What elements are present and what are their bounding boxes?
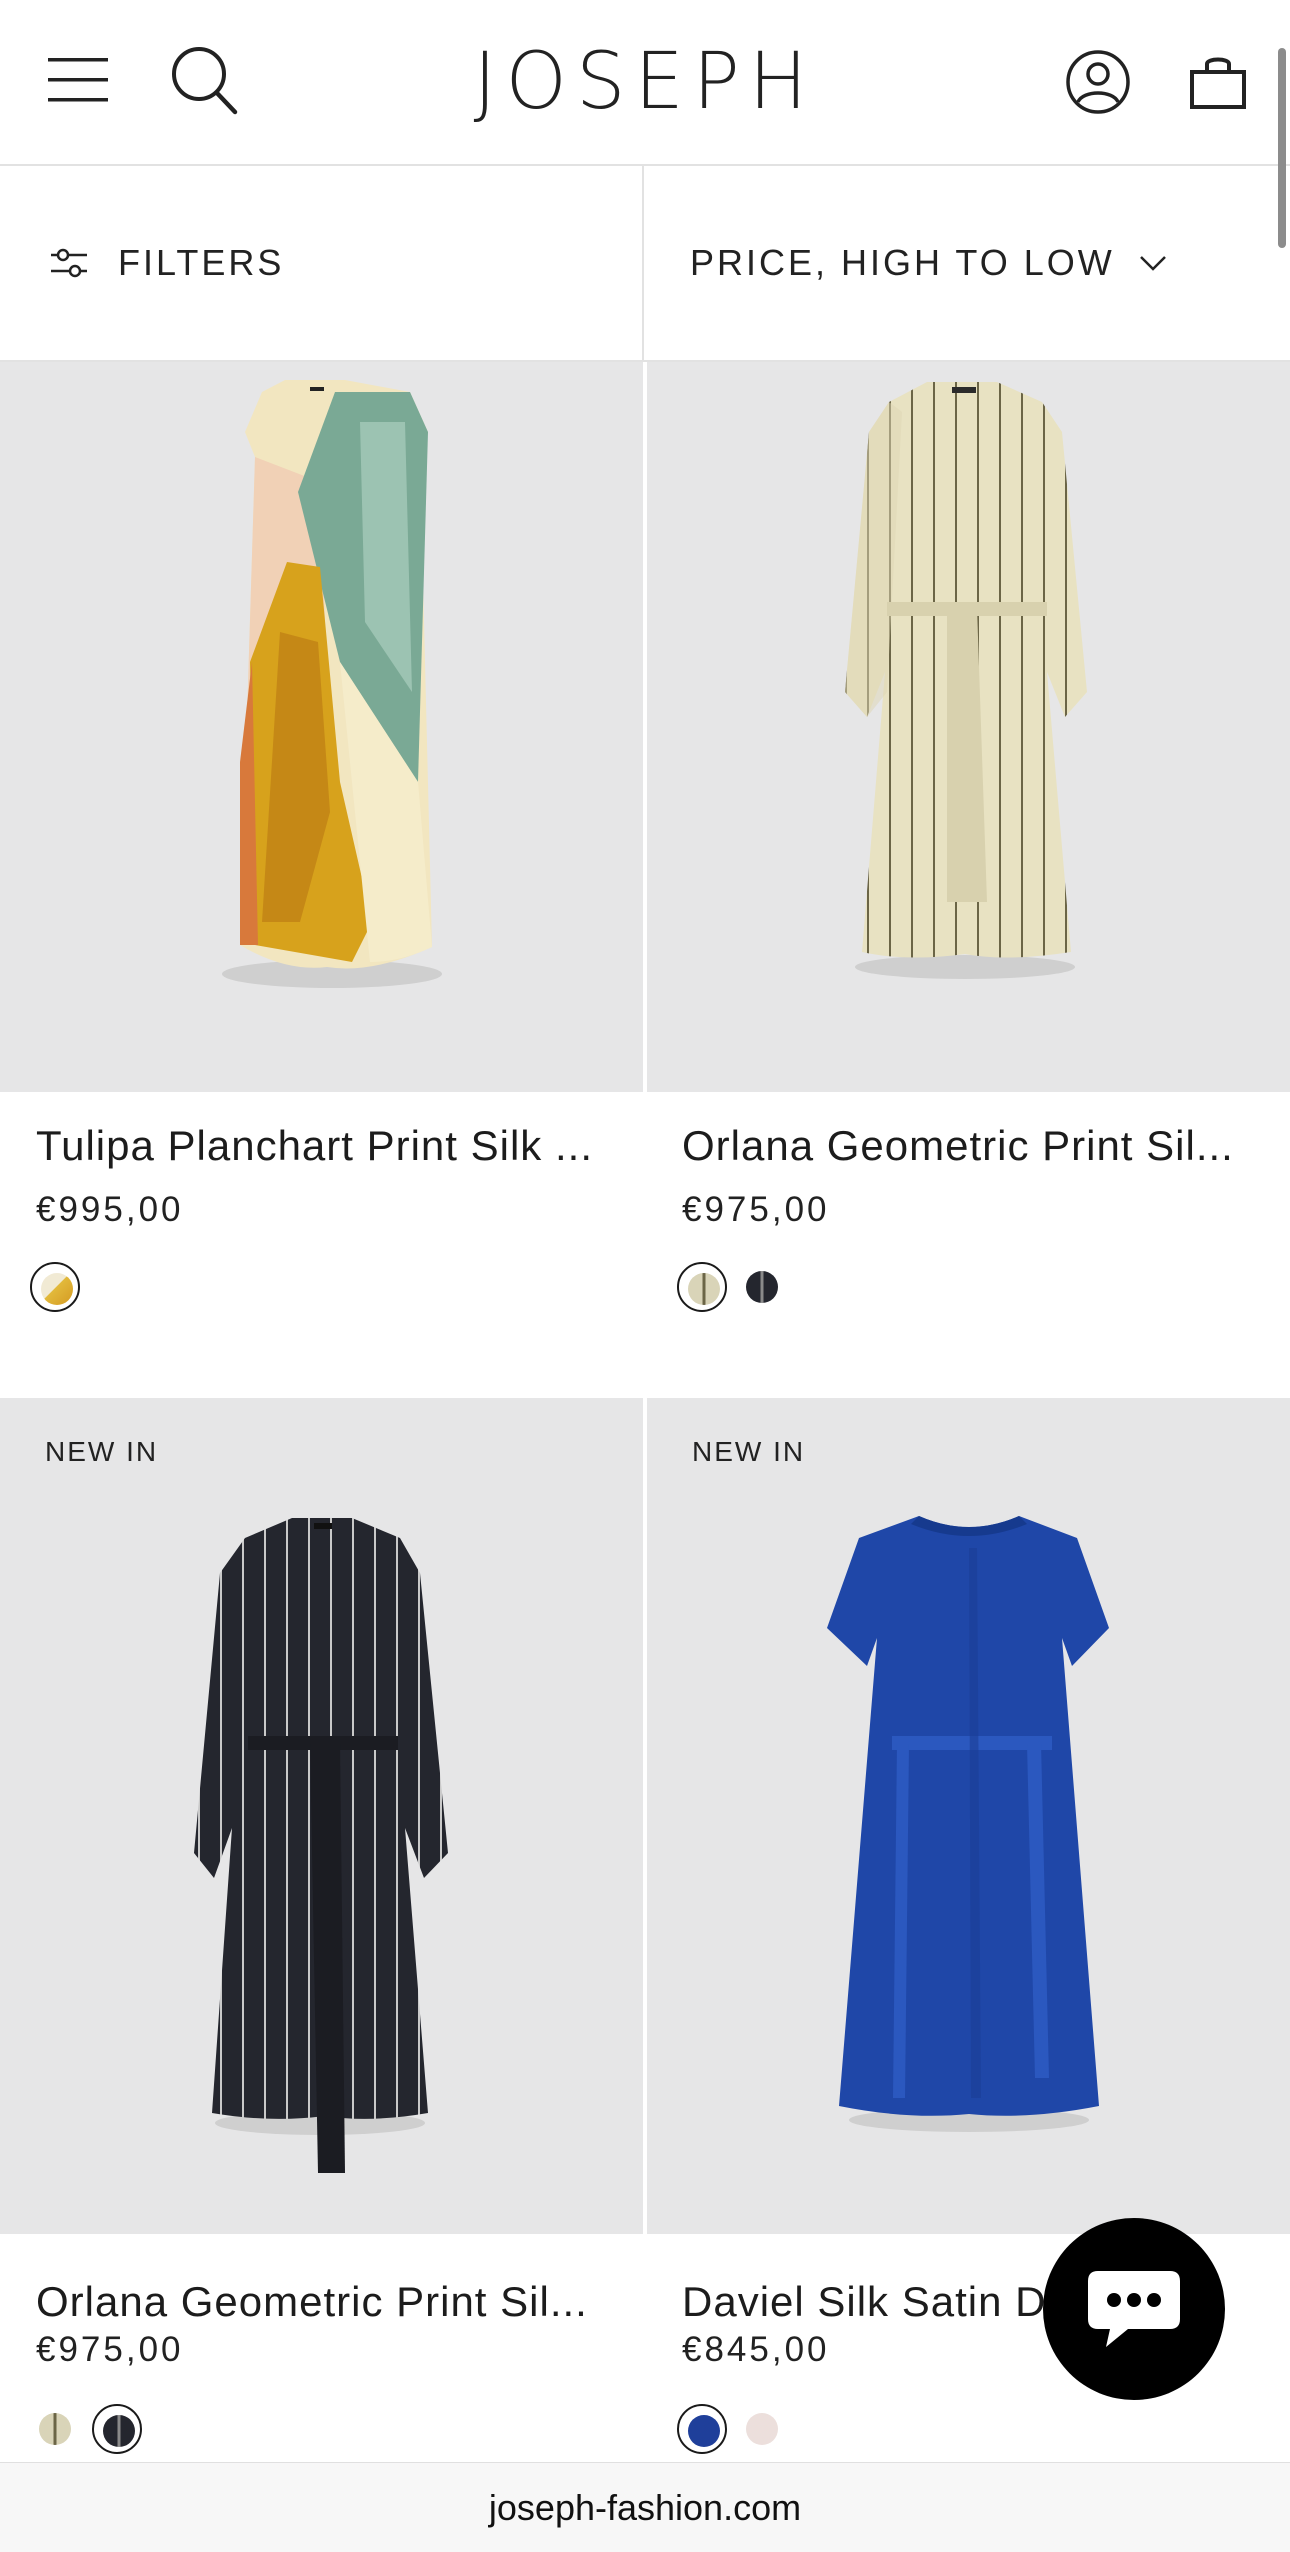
product-price: €975,00 [682,1190,830,1229]
filters-button[interactable]: FILTERS [0,166,644,360]
product-price: €975,00 [36,2330,184,2369]
browser-url-bar[interactable]: joseph-fashion.com [0,2462,1290,2552]
filter-sort-bar: FILTERS PRICE, HIGH TO LOW [0,166,1290,362]
menu-button[interactable] [40,42,116,118]
color-swatch[interactable] [30,2404,80,2454]
product-image[interactable]: NEW IN [647,1398,1290,2234]
product-name[interactable]: Daviel Silk Satin D [682,2278,1102,2326]
scrollbar[interactable] [1278,48,1286,248]
product-name[interactable]: Orlana Geometric Print Sil... [682,1122,1262,1170]
chat-bubble-icon [1088,2271,1180,2347]
color-swatch[interactable] [737,2404,787,2454]
chat-button[interactable] [1043,2218,1225,2400]
account-button[interactable] [1058,42,1138,122]
color-swatch[interactable] [677,1262,727,1312]
product-price: €995,00 [36,1190,184,1229]
sort-label: PRICE, HIGH TO LOW [690,242,1115,283]
color-swatch[interactable] [737,1262,787,1312]
filters-label: FILTERS [118,242,285,283]
product-card[interactable]: NEW IN Orlana Geometric Print Sil... €97… [0,1398,643,2462]
search-icon [172,47,238,115]
hamburger-menu-icon [48,58,108,102]
shopping-bag-icon [1190,57,1246,109]
product-name[interactable]: Tulipa Planchart Print Silk ... [36,1122,616,1170]
sort-dropdown[interactable]: PRICE, HIGH TO LOW [646,166,1290,360]
color-swatch[interactable] [92,2404,142,2454]
product-price: €845,00 [682,2330,830,2369]
chevron-down-icon [1139,254,1167,272]
sliders-icon [51,248,87,278]
product-name[interactable]: Orlana Geometric Print Sil... [36,2278,616,2326]
cart-button[interactable] [1178,42,1258,122]
color-swatch[interactable] [30,1262,80,1312]
product-card[interactable]: Orlana Geometric Print Sil... €975,00 [647,362,1290,1397]
new-in-badge: NEW IN [45,1436,159,1467]
product-card[interactable]: Tulipa Planchart Print Silk ... €995,00 [0,362,643,1397]
product-image[interactable] [647,362,1290,1092]
new-in-badge: NEW IN [692,1436,806,1467]
product-image[interactable] [0,362,643,1092]
product-image[interactable]: NEW IN [0,1398,643,2234]
brand-logo[interactable]: JOSEPH [445,34,845,130]
account-icon [1066,50,1130,114]
search-button[interactable] [166,42,242,118]
site-header: JOSEPH [0,0,1290,166]
color-swatch[interactable] [677,2404,727,2454]
